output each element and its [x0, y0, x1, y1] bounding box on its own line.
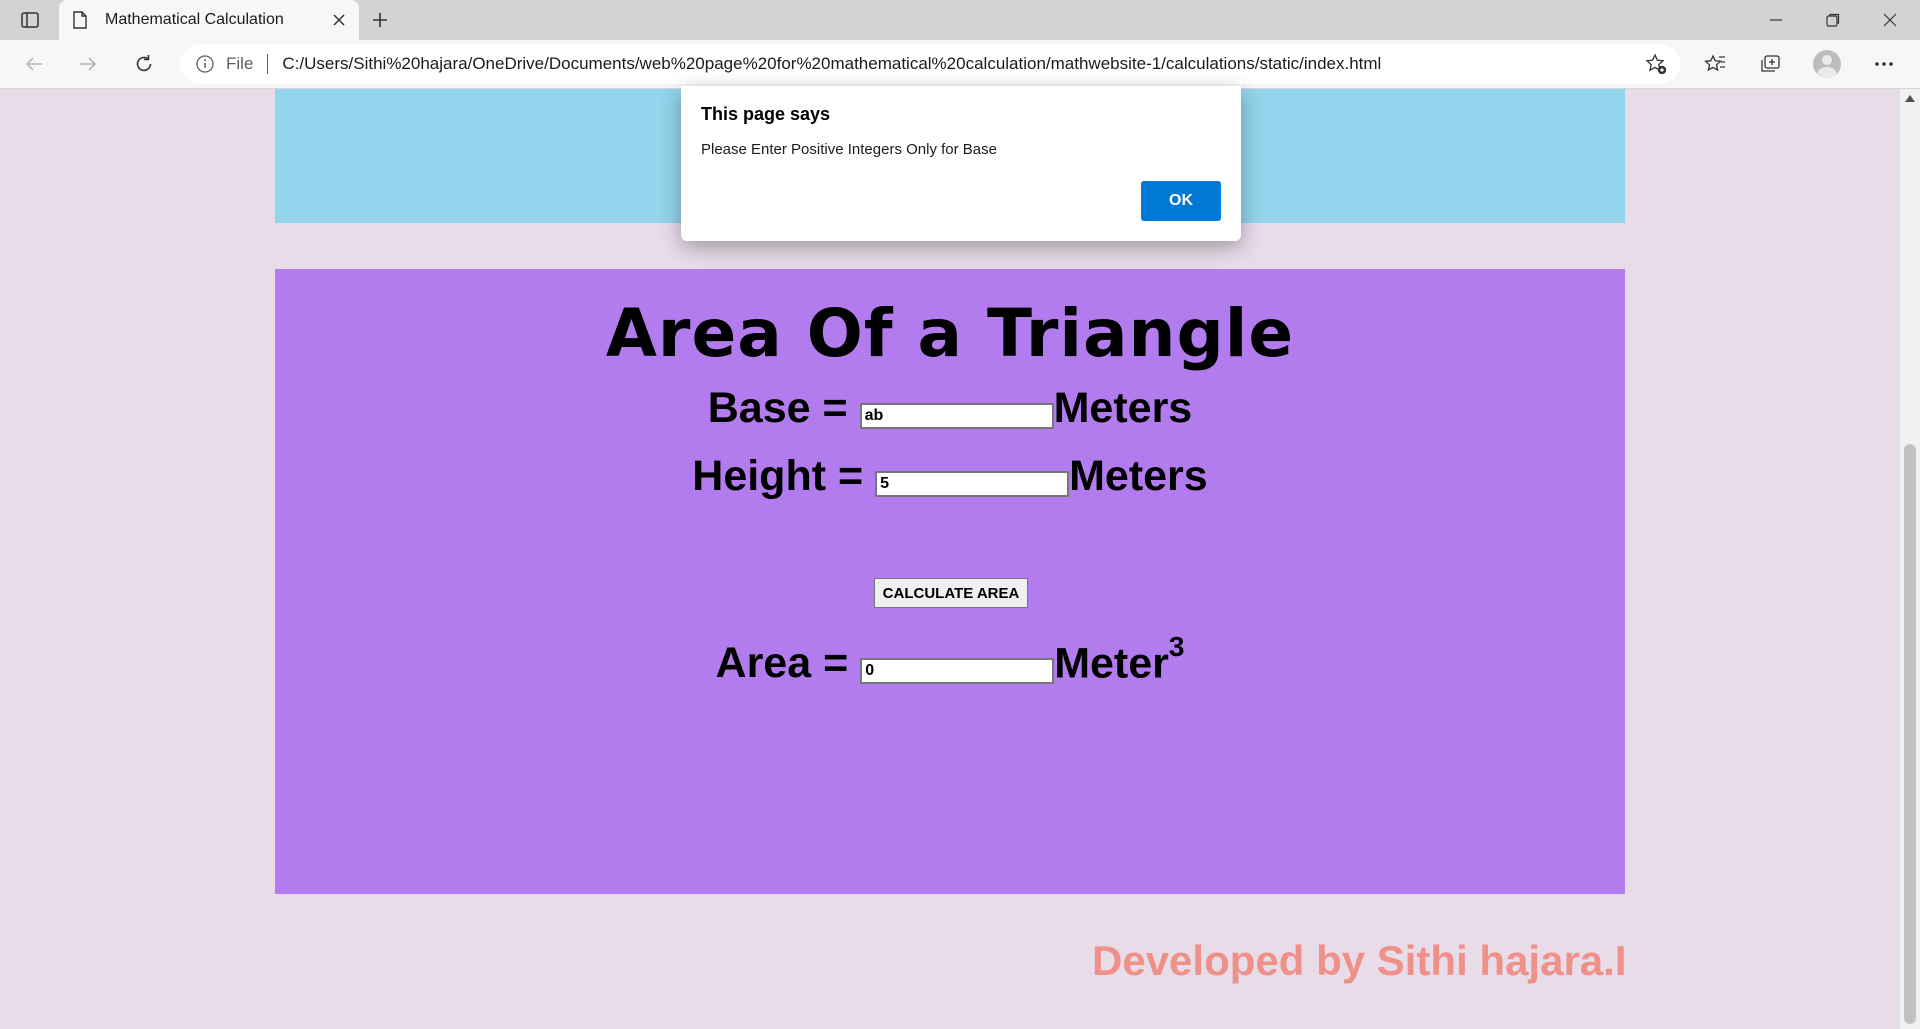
url-text[interactable]: C:/Users/Sithi%20hajara/OneDrive/Documen…: [282, 54, 1642, 74]
area-unit-text: Meter: [1054, 639, 1169, 688]
area-output[interactable]: [860, 658, 1055, 685]
base-input[interactable]: [859, 403, 1054, 429]
height-label: Height =: [692, 452, 864, 500]
back-arrow-icon[interactable]: [16, 48, 52, 80]
address-bar[interactable]: File C:/Users/Sithi%20hajara/OneDrive/Do…: [180, 44, 1680, 84]
tab-actions-icon[interactable]: [14, 8, 46, 32]
area-label: Area =: [715, 639, 849, 688]
close-tab-icon[interactable]: [325, 6, 353, 34]
dialog-title: This page says: [701, 104, 831, 124]
forward-arrow-icon[interactable]: [70, 48, 106, 80]
dialog-message: Please Enter Positive Integers Only for …: [701, 141, 997, 158]
alert-dialog: This page says Please Enter Positive Int…: [681, 86, 1241, 241]
page-icon: [73, 11, 89, 29]
address-separator: [267, 54, 269, 74]
height-row: Height = Meters: [275, 452, 1625, 501]
area-row: Area = Meter3: [275, 631, 1625, 688]
more-options-icon[interactable]: [1866, 48, 1902, 80]
vertical-scrollbar[interactable]: [1900, 89, 1920, 1029]
triangle-area-panel: Area Of a Triangle Base = Meters Height …: [275, 269, 1625, 894]
height-input[interactable]: [875, 471, 1070, 497]
profile-icon: [1813, 50, 1841, 78]
base-unit: Meters: [1053, 384, 1193, 432]
add-favorite-icon[interactable]: [1642, 50, 1670, 78]
base-row: Base = Meters: [275, 384, 1625, 433]
collections-icon[interactable]: [1752, 48, 1788, 80]
area-unit: Meter3: [1054, 631, 1184, 688]
restore-icon[interactable]: [1805, 0, 1861, 40]
new-tab-icon[interactable]: [366, 6, 394, 34]
tab-active[interactable]: Mathematical Calculation: [59, 0, 359, 40]
height-unit: Meters: [1069, 452, 1208, 500]
site-info-icon[interactable]: [196, 54, 216, 74]
ok-button[interactable]: OK: [1141, 181, 1221, 221]
tab-bar: Mathematical Calculation: [0, 0, 1920, 40]
base-label: Base =: [707, 384, 848, 432]
scrollbar-thumb[interactable]: [1904, 444, 1916, 1024]
browser-toolbar: File C:/Users/Sithi%20hajara/OneDrive/Do…: [0, 40, 1920, 89]
refresh-icon[interactable]: [126, 48, 162, 80]
developer-credit: Developed by Sithi hajara.I: [1092, 937, 1627, 984]
favorites-icon[interactable]: [1697, 48, 1733, 80]
minimize-icon[interactable]: [1748, 0, 1804, 40]
profile-avatar[interactable]: [1809, 48, 1845, 80]
page-title: Area Of a Triangle: [605, 295, 1295, 372]
calculate-area-button[interactable]: CALCULATE AREA: [874, 578, 1028, 608]
close-window-icon[interactable]: [1862, 0, 1918, 40]
address-scheme: File: [226, 54, 254, 73]
tab-title: Mathematical Calculation: [105, 11, 284, 28]
area-unit-power: 3: [1168, 631, 1185, 662]
scroll-up-arrow-icon[interactable]: [1905, 95, 1915, 102]
